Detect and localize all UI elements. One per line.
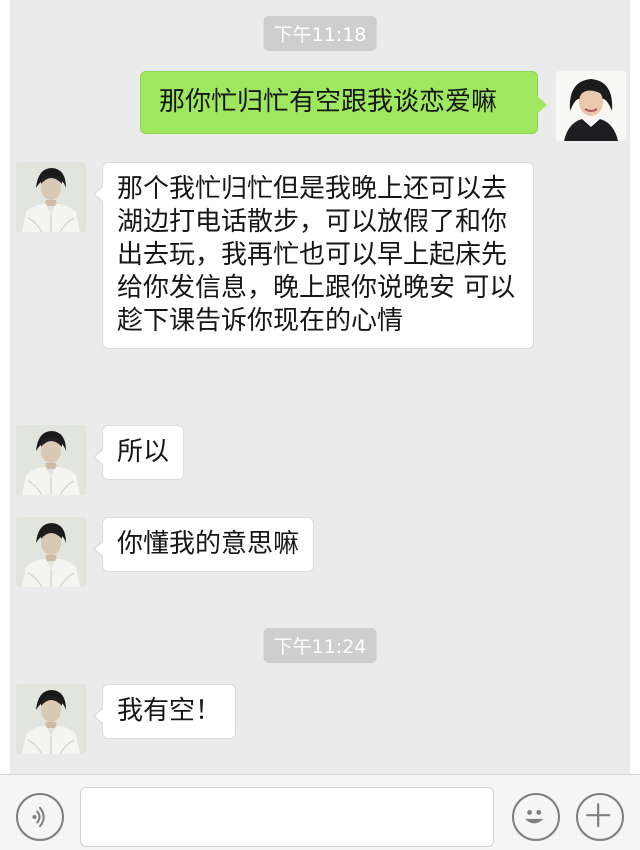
voice-icon bbox=[32, 806, 45, 828]
message-input[interactable] bbox=[80, 787, 494, 847]
emoji-button[interactable] bbox=[512, 793, 560, 841]
chat-area: 下午11:18 那你忙归忙有空跟我谈恋爱嘛 那个我忙归忙但是我晚上还可以去湖边打… bbox=[10, 0, 630, 774]
emoji-icon bbox=[525, 810, 544, 824]
contact-avatar[interactable] bbox=[16, 425, 86, 495]
add-button[interactable] bbox=[576, 793, 624, 841]
received-message-bubble[interactable]: 所以 bbox=[92, 425, 185, 480]
voice-button[interactable] bbox=[16, 793, 64, 841]
plus-icon bbox=[586, 803, 611, 828]
contact-avatar[interactable] bbox=[16, 517, 86, 587]
input-bar bbox=[0, 774, 640, 850]
contact-avatar[interactable] bbox=[16, 684, 86, 754]
received-message-bubble[interactable]: 那个我忙归忙但是我晚上还可以去湖边打电话散步，可以放假了和你出去玩，我再忙也可以… bbox=[93, 162, 534, 349]
contact-avatar[interactable] bbox=[16, 162, 86, 232]
timestamp: 下午11:24 bbox=[263, 628, 377, 663]
received-message-bubble[interactable]: 我有空！ bbox=[92, 684, 237, 739]
sent-message-bubble[interactable]: 那你忙归忙有空跟我谈恋爱嘛 bbox=[140, 71, 547, 134]
my-avatar[interactable] bbox=[556, 71, 626, 141]
received-message-bubble[interactable]: 你懂我的意思嘛 bbox=[92, 517, 315, 572]
timestamp: 下午11:18 bbox=[263, 16, 377, 51]
